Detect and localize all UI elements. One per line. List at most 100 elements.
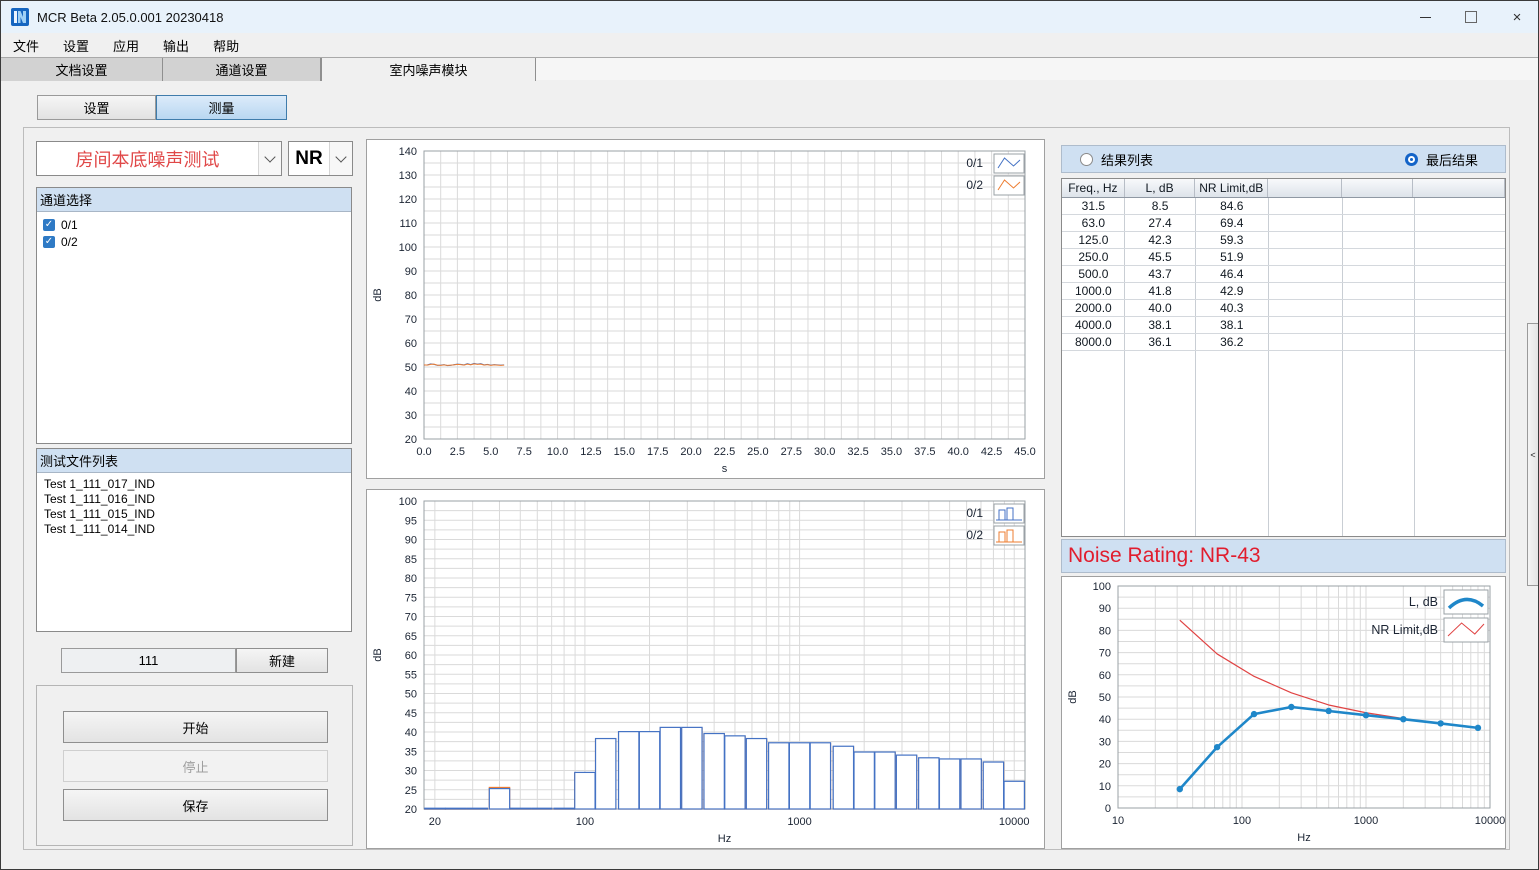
table-cell: 69.4 [1195,215,1268,231]
test-type-value: 房间本底噪声测试 [37,142,258,175]
table-cell: 8000.0 [1062,334,1125,350]
tab-settings[interactable]: 设置 [37,95,156,120]
rating-combobox[interactable]: NR [288,141,353,176]
table-row[interactable]: 1000.041.842.9 [1062,283,1505,300]
new-button[interactable]: 新建 [236,648,328,673]
svg-text:95: 95 [405,515,417,527]
noise-rating-text: Noise Rating: NR-43 [1068,544,1261,568]
table-row[interactable]: 63.027.469.4 [1062,215,1505,232]
channel-label: 0/1 [61,218,78,232]
channel-list[interactable]: ✓ 0/1✓0/2 [37,212,351,250]
svg-text:25.0: 25.0 [747,446,768,458]
table-cell: 500.0 [1062,266,1125,282]
table-cell [1342,232,1414,248]
chevron-down-icon[interactable] [258,142,281,175]
main-tab-2[interactable]: 室内噪声模块 [321,58,536,81]
checkbox-icon[interactable]: ✓ [43,236,55,248]
maximize-button[interactable] [1448,1,1494,33]
svg-text:60: 60 [1099,670,1111,682]
table-cell: 63.0 [1062,215,1125,231]
rating-value: NR [289,142,329,175]
svg-text:20: 20 [405,804,417,816]
minimize-button[interactable] [1402,1,1448,33]
app-window: MCR Beta 2.05.0.001 20230418 × 文件设置应用输出帮… [0,0,1539,870]
svg-text:50: 50 [405,362,417,374]
svg-text:35: 35 [405,746,417,758]
svg-text:100: 100 [399,496,417,508]
table-cell [1413,198,1505,214]
noise-rating-band: Noise Rating: NR-43 [1061,539,1506,573]
table-header-cell: L, dB [1125,179,1196,197]
svg-text:100: 100 [576,816,594,828]
table-row[interactable]: 250.045.551.9 [1062,249,1505,266]
menu-item-4[interactable]: 帮助 [201,33,251,57]
radio-last-result-label[interactable]: 最后结果 [1426,150,1478,169]
table-cell: 31.5 [1062,198,1125,214]
test-name-field[interactable] [61,648,236,673]
table-cell [1342,300,1414,316]
test-file-list[interactable]: Test 1_111_017_INDTest 1_111_016_INDTest… [37,473,351,537]
table-cell: 43.7 [1125,266,1196,282]
radio-results-list-label[interactable]: 结果列表 [1101,150,1153,169]
table-cell: 42.9 [1195,283,1268,299]
table-row[interactable]: 4000.038.138.1 [1062,317,1505,334]
table-cell [1413,283,1505,299]
file-item-2[interactable]: Test 1_111_015_IND [37,507,351,522]
table-cell [1413,232,1505,248]
svg-text:10: 10 [1112,815,1124,827]
radio-results-list[interactable] [1080,153,1093,166]
svg-text:45.0: 45.0 [1014,446,1035,458]
table-row[interactable]: 500.043.746.4 [1062,266,1505,283]
chevron-down-icon[interactable] [329,142,352,175]
svg-text:40.0: 40.0 [948,446,969,458]
save-button[interactable]: 保存 [63,789,328,821]
svg-text:65: 65 [405,631,417,643]
panel-expander[interactable]: < [1527,323,1539,586]
svg-text:32.5: 32.5 [847,446,868,458]
svg-text:90: 90 [1099,603,1111,615]
tab-measure[interactable]: 测量 [156,95,287,120]
svg-text:0/1: 0/1 [966,156,983,170]
main-tab-1[interactable]: 通道设置 [163,58,321,81]
test-type-combobox[interactable]: 房间本底噪声测试 [36,141,282,176]
table-header-row: Freq., HzL, dBNR Limit,dB [1062,179,1505,198]
svg-text:30: 30 [405,410,417,422]
start-button[interactable]: 开始 [63,711,328,743]
file-item-1[interactable]: Test 1_111_016_IND [37,492,351,507]
app-icon [11,8,29,26]
main-tab-0[interactable]: 文档设置 [1,58,163,81]
table-cell: 84.6 [1195,198,1268,214]
table-cell: 59.3 [1195,232,1268,248]
svg-text:7.5: 7.5 [517,446,532,458]
table-cell: 8.5 [1125,198,1196,214]
radio-last-result[interactable] [1405,153,1418,166]
svg-text:0/1: 0/1 [966,506,983,520]
checkbox-icon[interactable]: ✓ [43,219,55,231]
table-row[interactable]: 125.042.359.3 [1062,232,1505,249]
table-row[interactable]: 8000.036.136.2 [1062,334,1505,351]
svg-text:20: 20 [429,816,441,828]
table-header-cell: NR Limit,dB [1195,179,1268,197]
menu-item-2[interactable]: 应用 [101,33,151,57]
menu-item-3[interactable]: 输出 [151,33,201,57]
table-row[interactable]: 31.58.584.6 [1062,198,1505,215]
channel-item-1[interactable]: ✓0/2 [37,233,351,250]
channel-item-0[interactable]: ✓ 0/1 [37,216,351,233]
table-cell: 38.1 [1195,317,1268,333]
table-cell [1413,317,1505,333]
nr-curve-chart: 010203040506070809010010100100010000HzdB… [1061,576,1506,849]
svg-text:60: 60 [405,338,417,350]
svg-text:90: 90 [405,535,417,547]
table-row[interactable]: 2000.040.040.3 [1062,300,1505,317]
menu-item-0[interactable]: 文件 [1,33,51,57]
file-item-0[interactable]: Test 1_111_017_IND [37,477,351,492]
svg-text:35.0: 35.0 [881,446,902,458]
table-header-cell [1413,179,1505,197]
table-cell [1342,249,1414,265]
menu-item-1[interactable]: 设置 [51,33,101,57]
svg-text:100: 100 [1233,815,1251,827]
table-cell [1268,249,1342,265]
close-button[interactable]: × [1494,1,1539,33]
svg-text:0/2: 0/2 [966,178,983,192]
file-item-3[interactable]: Test 1_111_014_IND [37,522,351,537]
